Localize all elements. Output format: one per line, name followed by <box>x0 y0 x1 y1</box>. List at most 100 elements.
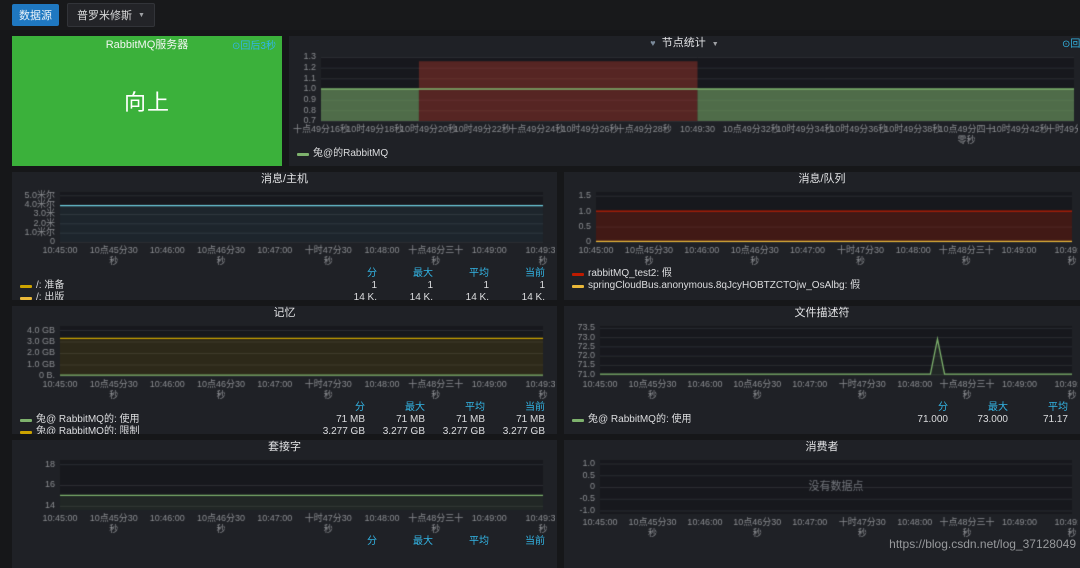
legend-column-header[interactable]: 当前 <box>485 402 545 414</box>
legend-series-label: 兔@ RabbitMQ的: 限制 <box>36 426 140 434</box>
legend-stat-value: 1 <box>489 280 545 292</box>
chevron-down-icon: ▼ <box>712 41 719 48</box>
node-stats-chart[interactable] <box>291 51 1078 147</box>
legend-column-header[interactable]: 分 <box>305 402 365 414</box>
series-color-icon <box>572 285 584 288</box>
legend-series-label: rabbitMQ_test2: 假 <box>588 268 672 280</box>
singlestat-value: 向上 <box>124 85 170 117</box>
legend-header-row: 分最大平均当前 <box>20 536 545 548</box>
legend-column-header[interactable]: 分 <box>888 402 948 414</box>
legend-column-header[interactable]: 平均 <box>433 536 489 548</box>
legend-column-header[interactable]: 最大 <box>948 402 1008 414</box>
legend-column-header[interactable]: 最大 <box>377 536 433 548</box>
panel-node-stats: ♥ 节点统计 ▼ ⊙回后3秒 兔@的RabbitMQ <box>289 36 1080 166</box>
node-stats-legend: 兔@的RabbitMQ <box>289 147 1080 160</box>
legend-row[interactable]: 兔@ RabbitMQ的: 限制3.277 GB3.277 GB3.277 GB… <box>20 426 545 434</box>
legend-stat-value: 71 MB <box>485 414 545 426</box>
panel-title-text: 消息/主机 <box>261 173 308 185</box>
panel-title-consumers[interactable]: 消费者 <box>564 440 1080 455</box>
series-color-icon <box>572 419 584 422</box>
panel-title-memory[interactable]: 记忆 <box>12 306 557 321</box>
top-nav: 数据源 普罗米修斯 ▼ <box>0 0 1080 30</box>
refresh-interval-link[interactable]: ⊙回后3秒 <box>232 39 276 54</box>
legend-row[interactable]: springCloudBus.anonymous.8qJcyHOBTZCTOjw… <box>572 280 1068 292</box>
legend-series-label: /: 准备 <box>36 280 64 292</box>
panel-memory: 记忆 分最大平均当前兔@ RabbitMQ的: 使用71 MB71 MB71 M… <box>12 306 557 434</box>
legend-stat-value: 1 <box>433 280 489 292</box>
heart-icon: ♥ <box>650 38 655 48</box>
legend-column-header[interactable]: 当前 <box>489 268 545 280</box>
legend-stat-value: 73.000 <box>948 414 1008 426</box>
legend-series-label: /: 出版 <box>36 292 64 300</box>
series-color-icon <box>20 285 32 288</box>
legend-stat-value: 71.000 <box>888 414 948 426</box>
messages-host-legend: 分最大平均当前/: 准备1111/: 出版14 K.14 K.14 K.14 K… <box>12 267 557 300</box>
legend-row[interactable]: /: 出版14 K.14 K.14 K.14 K. <box>20 292 545 300</box>
panel-title-text: 节点统计 <box>662 37 706 49</box>
datasource-badge[interactable]: 数据源 <box>12 4 59 26</box>
legend-column-header[interactable]: 分 <box>321 268 377 280</box>
legend-series-label: 兔@ RabbitMQ的: 使用 <box>588 414 692 426</box>
legend-column-header[interactable]: 最大 <box>365 402 425 414</box>
panel-title-rabbitmq-server[interactable]: RabbitMQ服务器 ⊙回后3秒 <box>12 38 282 53</box>
consumers-chart[interactable] <box>566 455 1078 539</box>
panel-file-descriptors: 文件描述符 分最大平均兔@ RabbitMQ的: 使用 71.00073.0007… <box>564 306 1080 434</box>
series-color-icon <box>20 431 32 434</box>
panel-title-sockets[interactable]: 套接字 <box>12 440 557 455</box>
messages-queue-chart[interactable] <box>566 187 1078 267</box>
panel-title-file-descriptors[interactable]: 文件描述符 <box>564 306 1080 321</box>
file-descriptors-chart[interactable] <box>566 321 1078 401</box>
watermark: https://blog.csdn.net/log_37128049 <box>889 537 1076 551</box>
legend-series-label: 兔@的RabbitMQ <box>313 148 388 160</box>
sockets-chart[interactable] <box>14 455 555 535</box>
panel-title-node-stats[interactable]: ♥ 节点统计 ▼ ⊙回后3秒 <box>289 36 1080 51</box>
messages-queue-legend: rabbitMQ_test2: 假springCloudBus.anonymou… <box>564 267 1080 292</box>
legend-header-row: 分最大平均当前 <box>20 268 545 280</box>
legend-column-header[interactable]: 平均 <box>433 268 489 280</box>
legend-stat-value: 14 K. <box>321 292 377 300</box>
panel-title-text: 消费者 <box>806 441 839 453</box>
legend-series-label: springCloudBus.anonymous.8qJcyHOBTZCTOjw… <box>588 280 860 292</box>
legend-column-header[interactable]: 最大 <box>377 268 433 280</box>
legend-header-row: 分最大平均当前 <box>20 402 545 414</box>
memory-chart[interactable] <box>14 321 555 401</box>
legend-row[interactable]: 兔@ RabbitMQ的: 使用 71.00073.00071.17 <box>572 414 1068 426</box>
panel-rabbitmq-server: RabbitMQ服务器 ⊙回后3秒 向上 <box>12 36 282 166</box>
panel-messages-host: 消息/主机 分最大平均当前/: 准备1111/: 出版14 K.14 K.14 … <box>12 172 557 300</box>
panel-title-messages-host[interactable]: 消息/主机 <box>12 172 557 187</box>
legend-row[interactable]: /: 准备1111 <box>20 280 545 292</box>
datasource-select[interactable]: 普罗米修斯 ▼ <box>67 3 155 27</box>
memory-legend: 分最大平均当前兔@ RabbitMQ的: 使用71 MB71 MB71 MB71… <box>12 401 557 434</box>
legend-stat-value: 3.277 GB <box>365 426 425 434</box>
legend-stat-value: 71 MB <box>365 414 425 426</box>
messages-host-chart[interactable] <box>14 187 555 267</box>
legend-stat-value: 3.277 GB <box>305 426 365 434</box>
legend-stat-value: 1 <box>377 280 433 292</box>
panel-title-text: RabbitMQ服务器 <box>106 39 189 51</box>
legend-column-header[interactable]: 平均 <box>425 402 485 414</box>
legend-stat-value: 3.277 GB <box>485 426 545 434</box>
legend-stat-value: 71 MB <box>425 414 485 426</box>
legend-stat-value: 14 K. <box>377 292 433 300</box>
panel-title-text: 记忆 <box>274 307 296 319</box>
panel-sockets: 套接字 分最大平均当前 <box>12 440 557 568</box>
legend-column-header[interactable]: 分 <box>321 536 377 548</box>
legend-stat-value: 71 MB <box>305 414 365 426</box>
legend-stat-value: 14 K. <box>433 292 489 300</box>
legend-row[interactable]: rabbitMQ_test2: 假 <box>572 268 1068 280</box>
chevron-down-icon: ▼ <box>138 12 145 19</box>
legend-stat-value: 1 <box>321 280 377 292</box>
datasource-value: 普罗米修斯 <box>77 7 132 23</box>
legend-column-header[interactable]: 当前 <box>489 536 545 548</box>
legend-row[interactable]: 兔@ RabbitMQ的: 使用71 MB71 MB71 MB71 MB <box>20 414 545 426</box>
panel-title-messages-queue[interactable]: 消息/队列 <box>564 172 1080 187</box>
legend-row[interactable]: 兔@的RabbitMQ <box>297 148 1068 160</box>
legend-column-header[interactable]: 平均 <box>1008 402 1068 414</box>
file-descriptors-legend: 分最大平均兔@ RabbitMQ的: 使用 71.00073.00071.17 <box>564 401 1080 426</box>
series-color-icon <box>297 153 309 156</box>
series-color-icon <box>20 297 32 300</box>
legend-stat-value: 71.17 <box>1008 414 1068 426</box>
panel-title-text: 消息/队列 <box>798 173 845 185</box>
refresh-interval-link[interactable]: ⊙回后3秒 <box>1062 37 1080 52</box>
panel-messages-queue: 消息/队列 rabbitMQ_test2: 假springCloudBus.an… <box>564 172 1080 300</box>
